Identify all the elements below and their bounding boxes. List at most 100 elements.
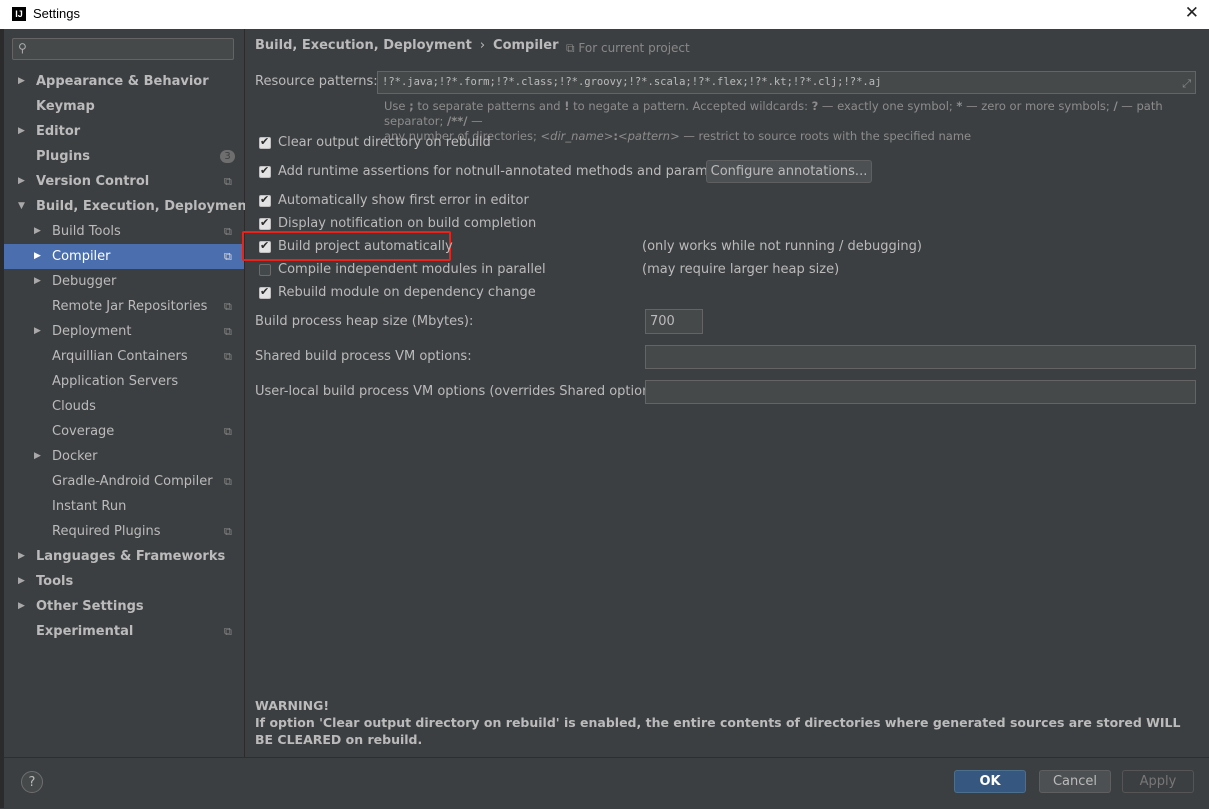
sidebar-item-instant-run[interactable]: Instant Run (4, 494, 244, 519)
build-notification-checkbox[interactable]: ✔ (259, 216, 271, 230)
sidebar-item-appearance-behavior[interactable]: ▶ Appearance & Behavior (4, 69, 244, 94)
sidebar-item-languages-frameworks[interactable]: ▶ Languages & Frameworks (4, 544, 244, 569)
project-copy-icon: ⧉ (224, 250, 232, 263)
sidebar-item-label: Version Control (36, 174, 150, 189)
compiler-settings-panel: Build, Execution, Deployment › Compiler ⧉ … (242, 29, 1209, 757)
sidebar-item-build-tools[interactable]: ▶ Build Tools ⧉ (4, 219, 244, 244)
sidebar-item-docker[interactable]: ▶ Docker (4, 444, 244, 469)
show-first-error-label[interactable]: Automatically show first error in editor (278, 193, 529, 208)
shared-vm-options-input[interactable] (645, 345, 1196, 369)
build-automatically-label[interactable]: Build project automatically (278, 239, 453, 254)
expand-arrow-icon[interactable]: ▶ (34, 269, 41, 294)
check-icon: ✔ (260, 239, 270, 252)
sidebar-item-label: Languages & Frameworks (36, 549, 226, 564)
parallel-modules-checkbox[interactable] (259, 264, 271, 276)
close-icon[interactable]: ✕ (1185, 3, 1199, 23)
sidebar-item-application-servers[interactable]: Application Servers (4, 369, 244, 394)
warning-title: WARNING! (255, 698, 330, 713)
sidebar-item-deployment[interactable]: ▶ Deployment ⧉ (4, 319, 244, 344)
sidebar-item-keymap[interactable]: Keymap (4, 94, 244, 119)
sidebar-item-label: Appearance & Behavior (36, 74, 209, 89)
configure-annotations-button[interactable]: Configure annotations... (706, 160, 872, 183)
parallel-modules-label[interactable]: Compile independent modules in parallel (278, 262, 546, 277)
shared-vm-options-label: Shared build process VM options: (255, 349, 472, 364)
plugins-count-badge: 3 (220, 150, 235, 163)
check-icon: ✔ (260, 193, 270, 206)
rebuild-on-dependency-checkbox[interactable]: ✔ (259, 285, 271, 299)
user-vm-options-input[interactable] (645, 380, 1196, 404)
sidebar-item-gradle-android-compiler[interactable]: Gradle-Android Compiler ⧉ (4, 469, 244, 494)
expand-arrow-icon[interactable]: ▶ (18, 119, 25, 144)
cancel-button[interactable]: Cancel (1039, 770, 1111, 793)
expand-arrow-icon[interactable]: ▶ (34, 444, 41, 469)
breadcrumb: Build, Execution, Deployment › Compiler (255, 38, 559, 53)
sidebar-item-label: Compiler (52, 249, 111, 264)
sidebar-item-label: Gradle-Android Compiler (52, 474, 213, 489)
sidebar-item-compiler[interactable]: ▶ Compiler ⧉ (4, 244, 244, 269)
sidebar-item-clouds[interactable]: Clouds (4, 394, 244, 419)
sidebar-item-version-control[interactable]: ▶ Version Control ⧉ (4, 169, 244, 194)
expand-arrow-icon[interactable]: ▶ (18, 594, 25, 619)
expand-arrow-icon[interactable]: ▶ (34, 319, 41, 344)
sidebar-item-label: Plugins (36, 149, 90, 164)
sidebar-item-label: Debugger (52, 274, 117, 289)
collapse-arrow-icon[interactable]: ▼ (18, 194, 25, 219)
expand-arrow-icon[interactable]: ▶ (18, 544, 25, 569)
sidebar-item-plugins[interactable]: Plugins 3 (4, 144, 244, 169)
dialog-footer: ? OK Cancel Apply (4, 757, 1209, 809)
user-vm-options-label: User-local build process VM options (ove… (255, 384, 667, 399)
sidebar-item-required-plugins[interactable]: Required Plugins ⧉ (4, 519, 244, 544)
sidebar-item-build-execution-deployment[interactable]: ▼ Build, Execution, Deployment (4, 194, 253, 219)
project-copy-icon: ⧉ (224, 225, 232, 238)
sidebar-item-remote-jar-repositories[interactable]: Remote Jar Repositories ⧉ (4, 294, 244, 319)
project-copy-icon: ⧉ (224, 325, 232, 338)
expand-arrow-icon[interactable]: ▶ (34, 244, 41, 269)
sidebar-item-other-settings[interactable]: ▶ Other Settings (4, 594, 244, 619)
expand-arrow-icon[interactable]: ▶ (34, 219, 41, 244)
expand-field-icon[interactable]: ⤢ (1182, 74, 1191, 93)
project-copy-icon: ⧉ (566, 41, 575, 55)
runtime-assertions-label[interactable]: Add runtime assertions for notnull-annot… (278, 164, 741, 179)
rebuild-on-dependency-label[interactable]: Rebuild module on dependency change (278, 285, 536, 300)
sidebar-item-label: Other Settings (36, 599, 144, 614)
expand-arrow-icon[interactable]: ▶ (18, 69, 25, 94)
apply-button[interactable]: Apply (1122, 770, 1194, 793)
ok-button[interactable]: OK (954, 770, 1026, 793)
clear-output-label[interactable]: Clear output directory on rebuild (278, 135, 491, 150)
project-copy-icon: ⧉ (224, 475, 232, 488)
check-icon: ✔ (260, 135, 270, 148)
intellij-logo-icon: IJ (12, 7, 26, 21)
expand-arrow-icon[interactable]: ▶ (18, 569, 25, 594)
sidebar-item-label: Coverage (52, 424, 115, 439)
sidebar-item-coverage[interactable]: Coverage ⧉ (4, 419, 244, 444)
sidebar-item-experimental[interactable]: Experimental ⧉ (4, 619, 244, 644)
build-automatically-checkbox[interactable]: ✔ (259, 239, 271, 253)
breadcrumb-parent[interactable]: Build, Execution, Deployment (255, 38, 472, 53)
build-notification-label[interactable]: Display notification on build completion (278, 216, 536, 231)
runtime-assertions-checkbox[interactable]: ✔ (259, 164, 271, 178)
sidebar-item-label: Build Tools (52, 224, 121, 239)
sidebar-item-label: Instant Run (52, 499, 127, 514)
show-first-error-checkbox[interactable]: ✔ (259, 193, 271, 207)
sidebar-item-debugger[interactable]: ▶ Debugger (4, 269, 244, 294)
search-input[interactable]: ⚲ (12, 38, 234, 60)
for-current-project-label: For current project (578, 41, 690, 55)
clear-output-checkbox[interactable]: ✔ (259, 135, 271, 149)
sidebar-item-arquillian-containers[interactable]: Arquillian Containers ⧉ (4, 344, 244, 369)
for-current-project: ⧉ For current project (566, 41, 690, 56)
sidebar-item-label: Editor (36, 124, 81, 139)
search-icon: ⚲ (18, 41, 27, 55)
check-icon: ✔ (260, 164, 270, 177)
resource-patterns-value: !?*.java;!?*.form;!?*.class;!?*.groovy;!… (382, 76, 882, 88)
resource-patterns-input[interactable]: !?*.java;!?*.form;!?*.class;!?*.groovy;!… (377, 71, 1196, 94)
warning-text: If option 'Clear output directory on reb… (255, 715, 1181, 747)
sidebar-item-label: Tools (36, 574, 74, 589)
sidebar-item-editor[interactable]: ▶ Editor (4, 119, 244, 144)
sidebar-item-label: Required Plugins (52, 524, 161, 539)
sidebar-item-label: Clouds (52, 399, 96, 414)
heap-size-input[interactable]: 700 (645, 309, 703, 334)
help-button[interactable]: ? (21, 771, 43, 793)
sidebar-item-label: Keymap (36, 99, 95, 114)
expand-arrow-icon[interactable]: ▶ (18, 169, 25, 194)
sidebar-item-tools[interactable]: ▶ Tools (4, 569, 244, 594)
